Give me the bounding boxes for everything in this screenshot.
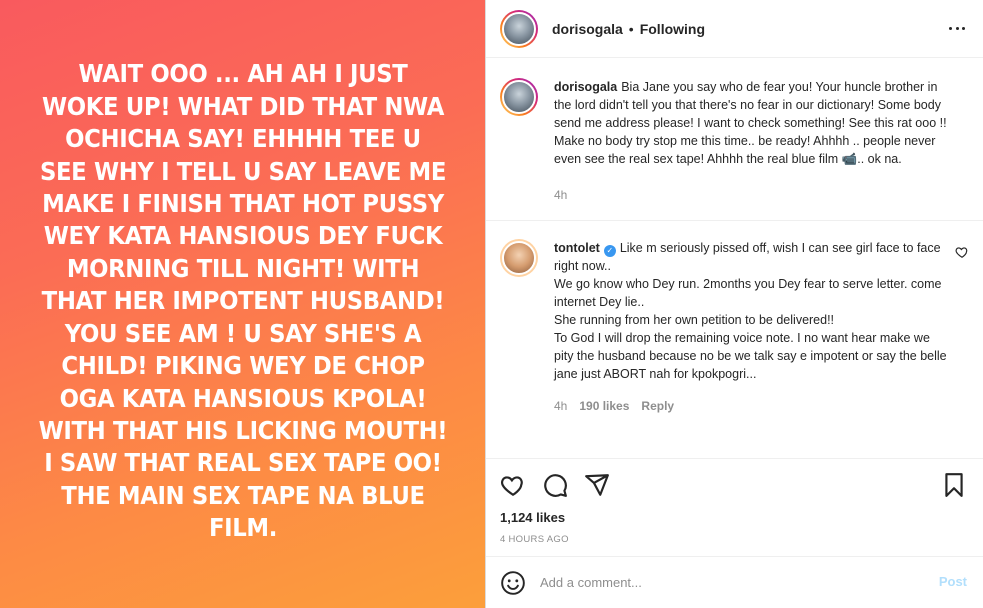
comments-section: dorisogala Bia Jane you say who de fear y… xyxy=(486,58,983,458)
verified-badge-icon: ✓ xyxy=(603,245,616,257)
reply-button[interactable]: Reply xyxy=(641,397,674,415)
comment-text: Like m seriously pissed off, wish I can … xyxy=(554,241,947,381)
caption-username[interactable]: dorisogala xyxy=(554,80,617,94)
post-media[interactable]: WAIT OOO ... AH AH I JUST WOKE UP! WHAT … xyxy=(0,0,485,608)
post-sidebar: dorisogala • Following dorisogala Bia Jan… xyxy=(485,0,983,608)
comment-composer: Post xyxy=(486,556,983,608)
post-comment-button[interactable]: Post xyxy=(939,574,967,589)
comment-likes[interactable]: 190 likes xyxy=(579,397,629,415)
divider xyxy=(486,220,983,221)
share-icon[interactable] xyxy=(584,472,610,498)
commenter-username[interactable]: tontolet xyxy=(554,241,600,255)
separator-dot: • xyxy=(628,20,634,37)
emoji-icon[interactable] xyxy=(500,570,526,596)
commenter-avatar[interactable] xyxy=(500,239,538,277)
action-bar xyxy=(486,458,983,510)
post-timestamp[interactable]: 4 HOURS AGO xyxy=(486,530,983,556)
comment-time[interactable]: 4h xyxy=(554,397,567,415)
heart-icon[interactable] xyxy=(500,472,526,498)
follow-status-button[interactable]: Following xyxy=(640,21,705,37)
bookmark-icon[interactable] xyxy=(941,472,967,498)
comment-icon[interactable] xyxy=(542,472,568,498)
author-username[interactable]: dorisogala xyxy=(552,21,623,37)
comment-item: tontolet ✓ Like m seriously pissed off, wi… xyxy=(500,239,969,415)
post-header: dorisogala • Following xyxy=(486,0,983,58)
add-comment-input[interactable] xyxy=(540,575,910,590)
caption-time[interactable]: 4h xyxy=(554,186,567,204)
caption-avatar[interactable] xyxy=(500,78,538,116)
caption: dorisogala Bia Jane you say who de fear y… xyxy=(500,78,969,204)
author-avatar[interactable] xyxy=(500,9,538,48)
instagram-post: WAIT OOO ... AH AH I JUST WOKE UP! WHAT … xyxy=(0,0,983,608)
more-options-icon[interactable] xyxy=(949,20,965,36)
media-text: WAIT OOO ... AH AH I JUST WOKE UP! WHAT … xyxy=(38,59,447,543)
likes-count[interactable]: 1,124 likes xyxy=(486,510,983,530)
comment-heart-icon[interactable] xyxy=(955,245,969,259)
